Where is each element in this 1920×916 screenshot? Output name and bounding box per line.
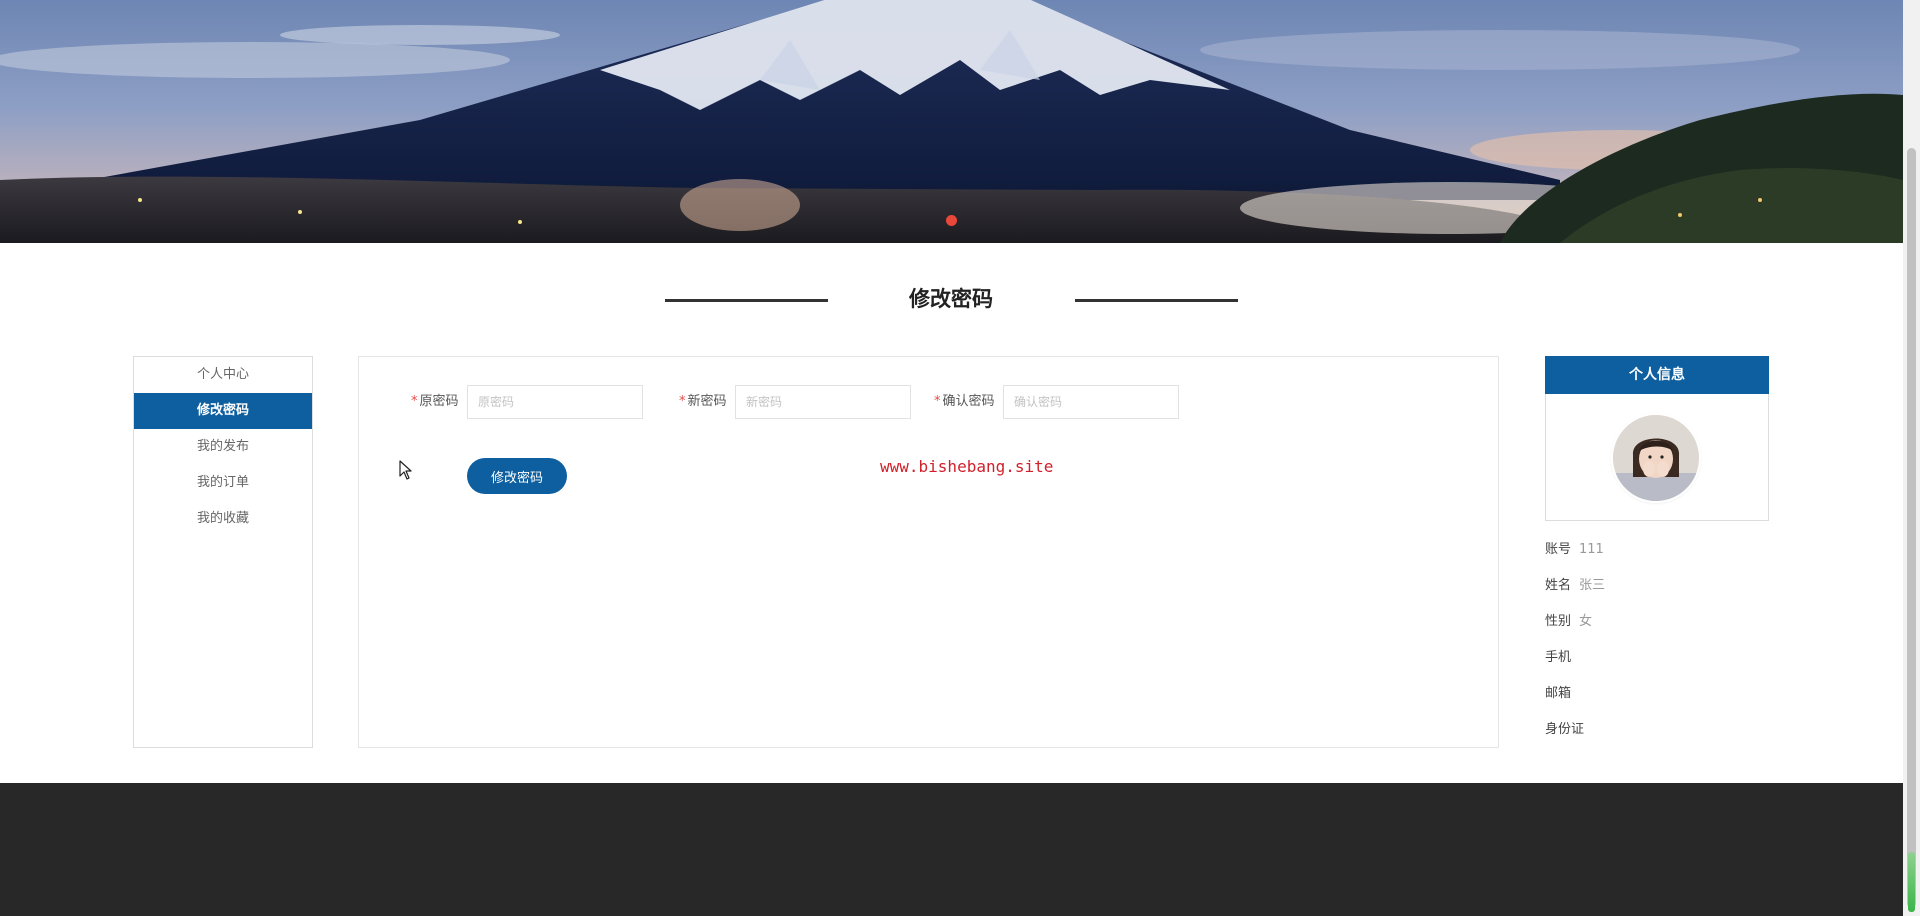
profile-info-list: 账号 111 姓名 张三 性别女 手机 邮箱 身份证: [1545, 532, 1769, 748]
scrollbar-thumb[interactable]: [1907, 148, 1916, 908]
user-avatar[interactable]: [1613, 415, 1699, 501]
section-title: 修改密码: [0, 282, 1903, 318]
profile-row-account: 账号 111: [1545, 532, 1769, 568]
mountain-landscape-image: [0, 0, 1903, 243]
new-password-input[interactable]: [735, 385, 911, 419]
carousel-indicator-dot[interactable]: [946, 215, 957, 226]
profile-value: 111: [1579, 542, 1604, 557]
change-password-button[interactable]: 修改密码: [467, 458, 567, 494]
new-password-label: * 新密码: [679, 385, 727, 419]
profile-label: 账号: [1545, 542, 1572, 557]
new-password-label-text: 新密码: [687, 394, 727, 409]
old-password-label-text: 原密码: [419, 394, 459, 409]
profile-label: 邮箱: [1545, 686, 1572, 701]
user-center-menu: 个人中心 修改密码 我的发布 我的订单 我的收藏: [133, 356, 313, 748]
profile-label: 手机: [1545, 650, 1572, 665]
menu-item-my-orders[interactable]: 我的订单: [134, 465, 312, 501]
profile-row-phone: 手机: [1545, 640, 1769, 676]
menu-item-personal-center[interactable]: 个人中心: [134, 357, 312, 393]
profile-label: 性别: [1545, 614, 1572, 629]
profile-row-email: 邮箱: [1545, 676, 1769, 712]
scroll-indicator: [1908, 852, 1915, 912]
page-title: 修改密码: [909, 287, 993, 311]
old-password-input[interactable]: [467, 385, 643, 419]
title-divider-left: [665, 299, 828, 302]
profile-row-name: 姓名 张三: [1545, 568, 1769, 604]
profile-label: 姓名: [1545, 578, 1572, 593]
required-mark: *: [934, 394, 941, 409]
profile-label: 身份证: [1545, 722, 1585, 737]
hero-banner[interactable]: [0, 0, 1903, 243]
site-footer: [0, 783, 1903, 916]
required-mark: *: [679, 394, 686, 409]
profile-row-id-card: 身份证: [1545, 712, 1769, 748]
change-password-form: * 原密码 * 新密码 * 确认密码 修改密码 www.bishebang.site: [358, 356, 1499, 748]
profile-value: 张三: [1579, 578, 1606, 593]
menu-item-change-password[interactable]: 修改密码: [134, 393, 312, 429]
menu-item-my-posts[interactable]: 我的发布: [134, 429, 312, 465]
profile-row-gender: 性别女: [1545, 604, 1769, 640]
title-divider-right: [1075, 299, 1238, 302]
confirm-password-label: * 确认密码: [934, 385, 995, 419]
profile-header: 个人信息: [1545, 356, 1769, 394]
site-watermark: www.bishebang.site: [880, 457, 1054, 476]
mouse-pointer-icon: [399, 460, 412, 480]
profile-card: 个人信息: [1545, 356, 1769, 521]
old-password-label: * 原密码: [411, 385, 459, 419]
confirm-password-input[interactable]: [1003, 385, 1179, 419]
page: 修改密码 个人中心 修改密码 我的发布 我的订单 我的收藏 * 原密码 * 新密码 …: [0, 0, 1920, 916]
vertical-scrollbar[interactable]: [1903, 0, 1920, 916]
avatar-photo: [1613, 415, 1699, 501]
profile-value: 女: [1579, 614, 1593, 629]
menu-item-my-favorites[interactable]: 我的收藏: [134, 501, 312, 537]
confirm-password-label-text: 确认密码: [942, 394, 995, 409]
required-mark: *: [411, 394, 418, 409]
